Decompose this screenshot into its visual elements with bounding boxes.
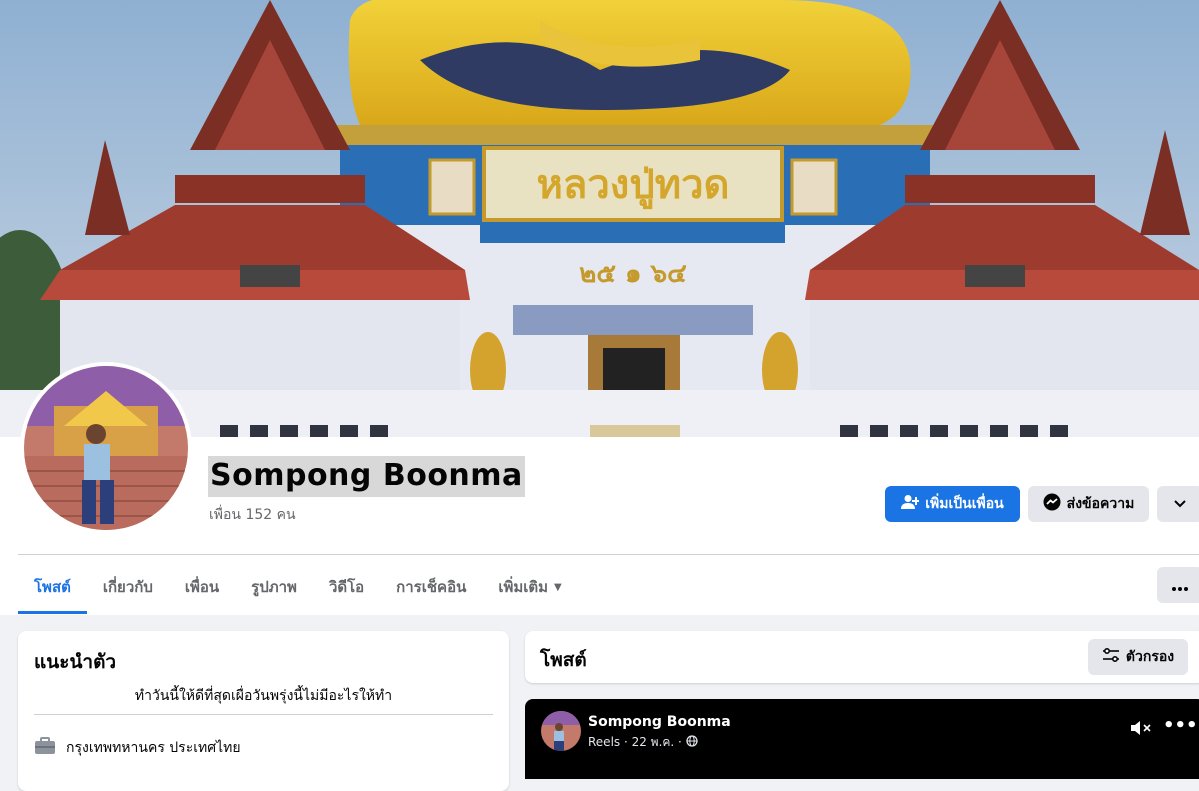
mute-icon[interactable] xyxy=(1129,719,1153,741)
profile-avatar[interactable] xyxy=(20,362,192,534)
avatar-photo xyxy=(24,366,188,530)
tab-label: รูปภาพ xyxy=(251,578,297,596)
intro-bio: ทำวันนี้ให้ดีที่สุดเผื่อวันพรุ่งนี้ไม่มี… xyxy=(134,688,393,704)
tab-label: เพื่อน xyxy=(184,578,220,596)
profile-name: Sompong Boonma xyxy=(208,456,525,497)
tab-photos[interactable]: รูปภาพ xyxy=(235,560,313,614)
intro-title: แนะนำตัว xyxy=(34,651,117,673)
reel-post[interactable]: Sompong Boonma Reels · 22 พ.ค. · ••• xyxy=(525,699,1199,779)
tabs-more-button[interactable] xyxy=(1157,567,1199,603)
friend-count[interactable]: เพื่อน 152 คน xyxy=(209,504,296,526)
header-divider xyxy=(18,554,1199,555)
posts-header-card: โพสต์ ตัวกรอง xyxy=(525,631,1199,683)
profile-options-button[interactable] xyxy=(1157,486,1199,522)
tab-label: โพสต์ xyxy=(34,578,71,596)
intro-location: กรุงเทพทหานคร ประเทศไทย xyxy=(34,737,241,759)
intro-card: แนะนำตัว ทำวันนี้ให้ดีที่สุดเผื่อวันพรุ่… xyxy=(18,631,509,791)
cover-sign-text: หลวงปู่ทวด xyxy=(536,162,729,209)
more-dots-icon xyxy=(1172,576,1188,595)
tab-videos[interactable]: วิดีโอ xyxy=(313,560,380,614)
filter-label: ตัวกรอง xyxy=(1125,649,1175,665)
globe-icon xyxy=(686,735,698,750)
tab-friends[interactable]: เพื่อน xyxy=(169,560,235,614)
reel-author-avatar[interactable] xyxy=(541,711,581,751)
reel-more-dots-icon[interactable]: ••• xyxy=(1163,715,1198,736)
tab-about[interactable]: เกี่ยวกับ xyxy=(87,560,169,614)
tab-label: วิดีโอ xyxy=(328,578,365,596)
reel-meta-text: Reels · 22 พ.ค. · xyxy=(588,735,682,749)
filter-icon xyxy=(1102,647,1120,666)
reel-author-name[interactable]: Sompong Boonma xyxy=(588,714,731,730)
filter-button[interactable]: ตัวกรอง xyxy=(1088,639,1188,675)
tab-more[interactable]: เพิ่มเติม ▼ xyxy=(482,560,577,614)
add-friend-button[interactable]: เพิ่มเป็นเพื่อน xyxy=(885,486,1020,522)
reel-meta: Reels · 22 พ.ค. · xyxy=(588,733,698,752)
message-label: ส่งข้อความ xyxy=(1066,496,1135,512)
add-friend-label: เพิ่มเป็นเพื่อน xyxy=(925,496,1004,512)
cover-year-text: ๒๕ ๑ ๖๔ xyxy=(579,259,687,289)
tab-label: การเช็คอิน xyxy=(396,578,467,596)
add-friend-icon xyxy=(901,494,921,514)
message-button[interactable]: ส่งข้อความ xyxy=(1028,486,1149,522)
tab-label: เพิ่มเติม xyxy=(498,578,549,596)
temple-illustration: หลวงปู่ทวด ๒๕ ๑ ๖๔ xyxy=(0,0,1199,437)
caret-down-icon: ▼ xyxy=(554,581,562,593)
profile-tabs: โพสต์ เกี่ยวกับ เพื่อน รูปภาพ วิดีโอ การ… xyxy=(18,560,578,614)
chevron-down-icon xyxy=(1174,496,1186,512)
messenger-icon xyxy=(1043,493,1061,515)
intro-divider xyxy=(34,714,493,715)
briefcase-icon xyxy=(34,737,56,759)
tab-posts[interactable]: โพสต์ xyxy=(18,560,87,614)
posts-title: โพสต์ xyxy=(540,649,587,671)
cover-photo[interactable]: หลวงปู่ทวด ๒๕ ๑ ๖๔ xyxy=(0,0,1199,437)
location-text[interactable]: กรุงเทพทหานคร ประเทศไทย xyxy=(66,737,241,759)
tab-label: เกี่ยวกับ xyxy=(102,578,153,596)
tab-checkins[interactable]: การเช็คอิน xyxy=(380,560,482,614)
